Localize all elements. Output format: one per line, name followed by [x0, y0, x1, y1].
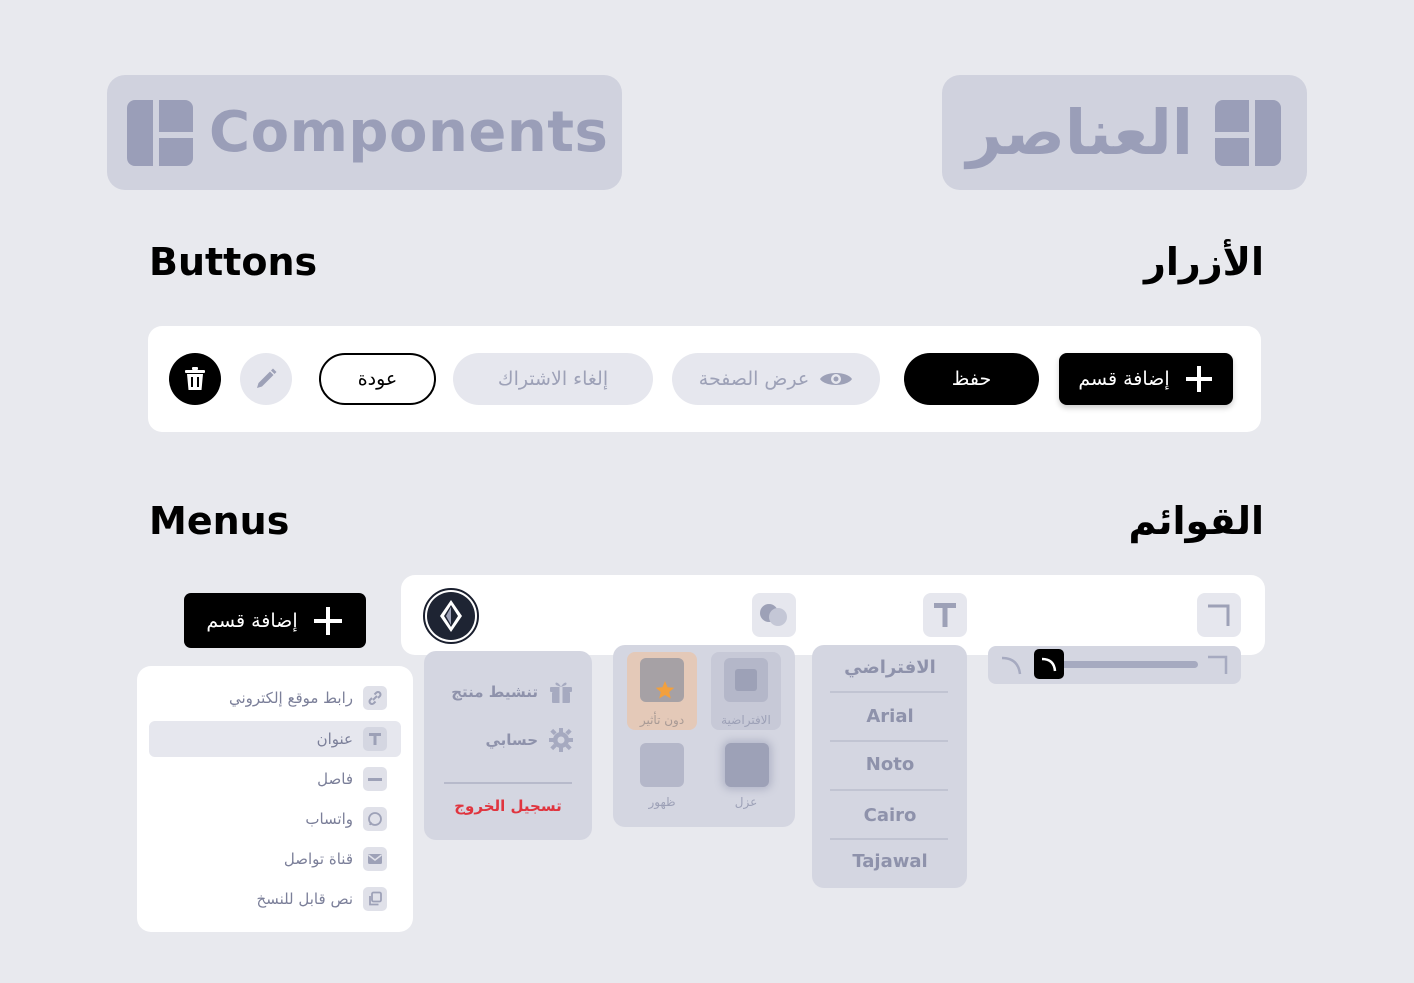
plus-icon [313, 606, 342, 635]
diamond-logo-icon [440, 600, 462, 632]
avatar[interactable] [423, 588, 479, 644]
effect-default-label: الافتراضية [721, 713, 771, 727]
effect-appear-label: ظهور [648, 795, 676, 809]
banner-title-en: Components [209, 100, 609, 165]
layout-logo-icon [127, 99, 193, 166]
corner-icon [1208, 604, 1230, 626]
effect-appear-option[interactable] [640, 743, 684, 787]
font-button[interactable] [923, 593, 967, 637]
font-divider [830, 691, 948, 693]
dropdown-item-title[interactable]: عنوان [149, 721, 401, 757]
corner-radius-slider-panel [988, 646, 1241, 684]
dropdown-item-contact[interactable]: قناة تواصل [155, 841, 395, 877]
effects-menu: دون تأثير الافتراضية ظهور عزل [613, 645, 795, 827]
account-menu: تنشيط منتج حسابي تسجيل الخروج [424, 651, 592, 840]
dropdown-item-label: فاصل [317, 770, 353, 788]
buttons-bar: عودة إلغاء الاشتراك عرض الصفحة حفظ إضافة… [148, 326, 1261, 432]
menus-title-ar: القوائم [1128, 499, 1264, 543]
whatsapp-icon [363, 807, 387, 831]
dropdown-item-link[interactable]: رابط موقع إلكتروني [155, 680, 395, 716]
effect-none-option[interactable]: دون تأثير [627, 652, 697, 730]
components-banner: Components [107, 75, 622, 190]
divider-icon [363, 767, 387, 791]
font-option-noto[interactable]: Noto [832, 754, 948, 775]
activate-product-label: تنشيط منتج [451, 683, 538, 701]
corner-radius-button[interactable] [1197, 593, 1241, 637]
font-divider [830, 789, 948, 791]
plus-icon [1185, 366, 1212, 392]
mail-icon [363, 847, 387, 871]
dropdown-item-divider[interactable]: فاصل [155, 761, 395, 797]
gift-icon [550, 682, 572, 703]
eye-icon [820, 373, 853, 385]
font-divider [830, 838, 948, 840]
font-option-default[interactable]: الافتراضي [832, 657, 948, 678]
menu-add-section-label: إضافة قسم [206, 609, 298, 632]
slider-handle[interactable] [1034, 649, 1064, 679]
dropdown-item-label: نص قابل للنسخ [256, 890, 354, 908]
add-section-dropdown: رابط موقع إلكتروني عنوان فاصل واتساب قنا… [137, 666, 413, 932]
effect-isolate-label: عزل [734, 795, 758, 809]
add-section-button[interactable]: إضافة قسم [1059, 353, 1233, 405]
font-divider [830, 740, 948, 742]
buttons-title-ar: الأزرار [1144, 240, 1264, 284]
banner-title-ar: العناصر [966, 96, 1193, 169]
back-button[interactable]: عودة [319, 353, 436, 405]
font-menu: الافتراضي Arial Noto Cairo Tajawal [812, 645, 967, 888]
my-account-label: حسابي [485, 731, 538, 749]
my-account-item[interactable]: حسابي [485, 727, 574, 753]
layout-logo-icon [1215, 99, 1281, 166]
gear-icon [549, 728, 573, 752]
dropdown-item-whatsapp[interactable]: واتساب [155, 801, 395, 837]
rounded-corner-icon [1041, 657, 1057, 672]
dropdown-item-label: واتساب [305, 810, 353, 828]
menus-title-en: Menus [149, 499, 290, 543]
effect-none-label: دون تأثير [639, 713, 685, 727]
corner-icon [1208, 655, 1228, 674]
star-icon [655, 681, 675, 699]
overlap-circles-icon [760, 604, 787, 626]
unsubscribe-button[interactable]: إلغاء الاشتراك [453, 353, 653, 405]
font-option-cairo[interactable]: Cairo [832, 805, 948, 826]
font-option-tajawal[interactable]: Tajawal [832, 851, 948, 872]
font-option-arial[interactable]: Arial [832, 706, 948, 727]
delete-button[interactable] [169, 353, 221, 405]
menu-divider [444, 782, 572, 784]
dropdown-item-label: عنوان [316, 730, 353, 748]
dropdown-item-label: قناة تواصل [283, 850, 353, 868]
editor-menu-bar [401, 575, 1265, 655]
effects-button[interactable] [752, 593, 796, 637]
edit-button[interactable] [240, 353, 292, 405]
activate-product-item[interactable]: تنشيط منتج [451, 679, 574, 705]
dropdown-item-label: رابط موقع إلكتروني [228, 689, 353, 707]
pencil-icon [257, 368, 277, 388]
trash-icon [185, 367, 205, 390]
components-banner-ar: العناصر [942, 75, 1307, 190]
copy-icon [363, 887, 387, 911]
save-button[interactable]: حفظ [904, 353, 1039, 405]
link-icon [363, 686, 387, 710]
view-page-label: عرض الصفحة [698, 368, 810, 390]
rounded-corner-icon [1001, 656, 1022, 675]
effect-default-option[interactable]: الافتراضية [711, 652, 781, 730]
add-section-label: إضافة قسم [1078, 368, 1170, 390]
view-page-button[interactable]: عرض الصفحة [672, 353, 880, 405]
buttons-title-en: Buttons [149, 240, 318, 284]
dropdown-item-copy-text[interactable]: نص قابل للنسخ [155, 881, 395, 917]
effect-isolate-option[interactable] [725, 743, 769, 787]
text-icon [934, 603, 956, 627]
text-icon [363, 727, 387, 751]
menu-add-section-button[interactable]: إضافة قسم [184, 593, 366, 648]
logout-item[interactable]: تسجيل الخروج [424, 797, 592, 815]
